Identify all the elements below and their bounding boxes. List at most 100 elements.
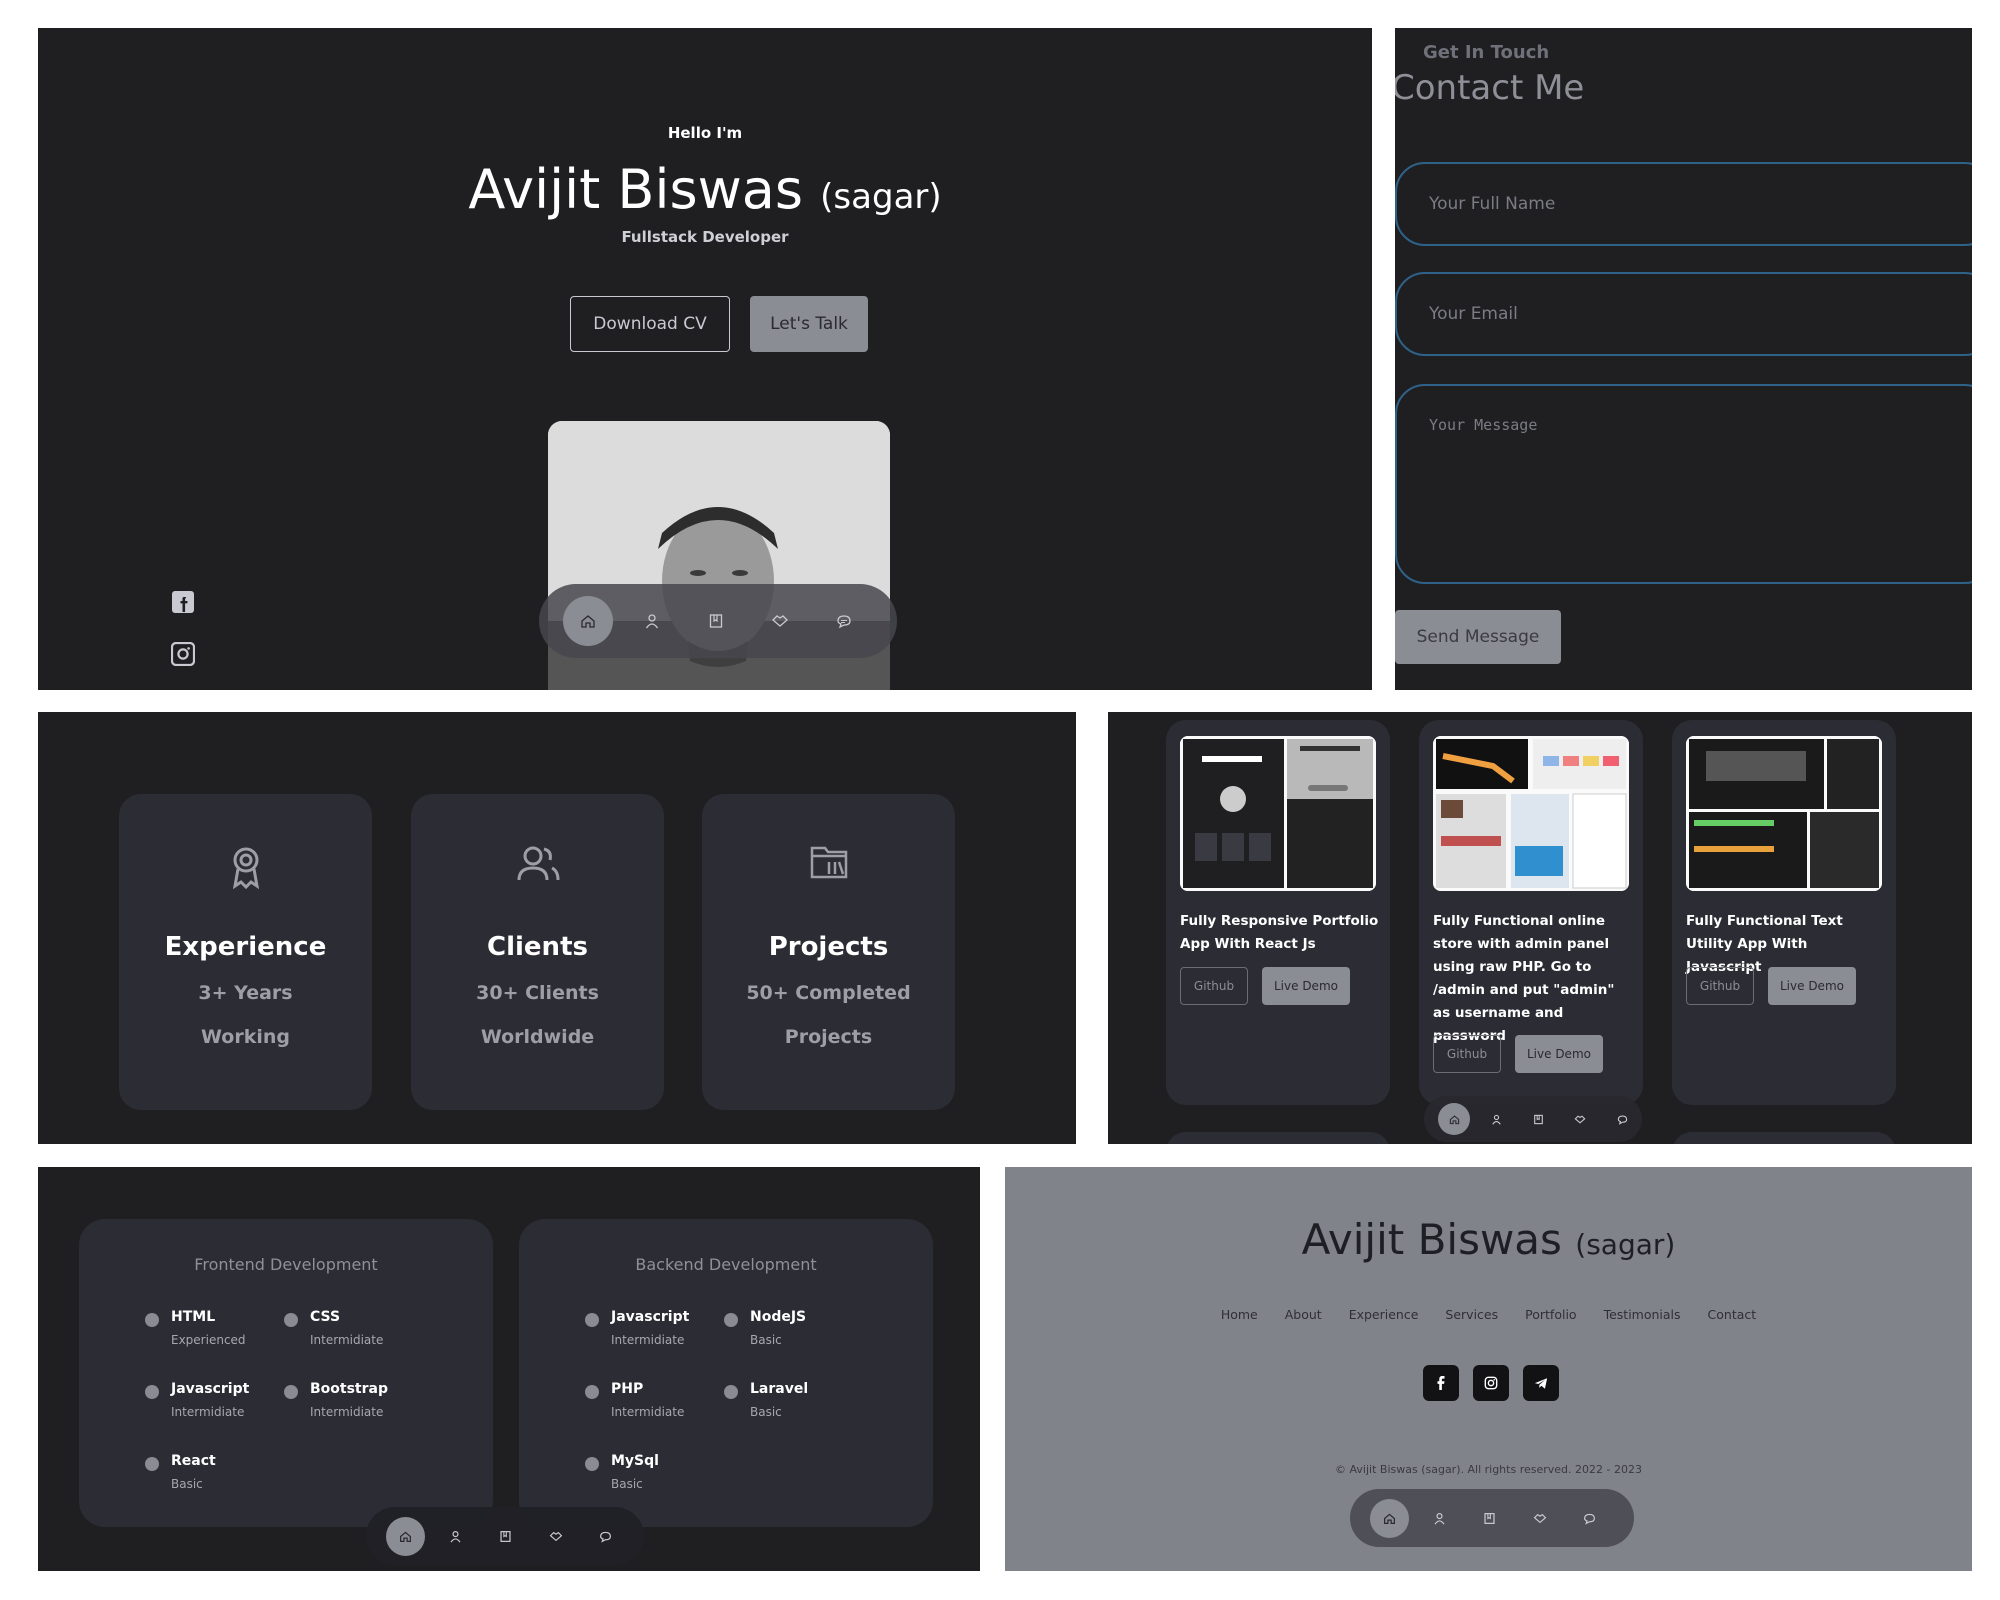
stat-card-projects: Projects 50+ Completed Projects xyxy=(702,794,955,1110)
footer-link-experience[interactable]: Experience xyxy=(1349,1307,1419,1322)
floating-nav xyxy=(1350,1489,1634,1547)
portfolio-card-partial xyxy=(1166,1132,1390,1144)
footer-link-testimonials[interactable]: Testimonials xyxy=(1604,1307,1681,1322)
message-icon xyxy=(1617,1115,1627,1125)
download-cv-button[interactable]: Download CV xyxy=(570,296,730,352)
nav-services[interactable] xyxy=(1564,1103,1596,1135)
user-icon xyxy=(1434,1512,1445,1525)
message-icon xyxy=(837,615,851,629)
nav-services[interactable] xyxy=(755,596,805,646)
nav-home[interactable] xyxy=(1370,1498,1409,1538)
stat-value: 30+ Clients xyxy=(476,982,599,1004)
facebook-icon[interactable] xyxy=(171,590,195,614)
email-input[interactable]: Your Email xyxy=(1395,272,1972,356)
portfolio-title: Fully Functional online store with admin… xyxy=(1433,913,1615,1044)
footer-telegram-button[interactable] xyxy=(1523,1365,1559,1401)
github-button[interactable]: Github xyxy=(1433,1035,1501,1073)
check-icon xyxy=(145,1313,159,1327)
instagram-icon[interactable] xyxy=(170,641,196,667)
full-name-input[interactable]: Your Full Name xyxy=(1395,162,1972,246)
home-icon xyxy=(1384,1513,1395,1524)
nav-experience[interactable] xyxy=(1522,1103,1554,1135)
footer-link-contact[interactable]: Contact xyxy=(1708,1307,1757,1322)
portfolio-card-partial xyxy=(1672,1132,1896,1144)
footer-copyright: © Avijit Biswas (sagar). All rights rese… xyxy=(1335,1463,1642,1476)
book-icon xyxy=(1533,1114,1543,1124)
check-icon xyxy=(585,1385,599,1399)
check-icon xyxy=(145,1385,159,1399)
live-demo-button[interactable]: Live Demo xyxy=(1262,967,1350,1005)
live-demo-button[interactable]: Live Demo xyxy=(1515,1035,1603,1073)
portfolio-thumbnail xyxy=(1433,736,1629,891)
hero-panel: Hello I'm Avijit Biswas (sagar) Fullstac… xyxy=(38,28,1372,690)
skill-level: Basic xyxy=(171,1477,203,1491)
full-name-placeholder: Your Full Name xyxy=(1429,194,1556,214)
contact-subtitle: Get In Touch xyxy=(1423,42,1550,63)
nav-experience[interactable] xyxy=(1470,1499,1509,1538)
nav-about[interactable] xyxy=(1480,1103,1512,1135)
nav-home[interactable] xyxy=(563,596,613,646)
stat-title: Projects xyxy=(768,932,889,962)
portfolio-card: Fully Functional Text Utility App With J… xyxy=(1672,720,1896,1105)
nav-about[interactable] xyxy=(627,596,677,646)
check-icon xyxy=(284,1385,298,1399)
backend-skills-card: Backend Development Javascript Intermidi… xyxy=(519,1219,933,1527)
footer-link-services[interactable]: Services xyxy=(1445,1307,1498,1322)
footer-link-portfolio[interactable]: Portfolio xyxy=(1525,1307,1576,1322)
book-icon xyxy=(1484,1512,1495,1524)
nav-contact[interactable] xyxy=(819,596,869,646)
nav-contact[interactable] xyxy=(1606,1103,1638,1135)
github-button[interactable]: Github xyxy=(1180,967,1248,1005)
skill-name: Javascript xyxy=(171,1381,250,1397)
hero-name: Avijit Biswas (sagar) xyxy=(38,158,1372,221)
home-icon xyxy=(581,615,595,628)
skill-name: Bootstrap xyxy=(310,1381,388,1397)
check-icon xyxy=(145,1457,159,1471)
skill-level: Basic xyxy=(750,1405,782,1419)
nav-home[interactable] xyxy=(386,1516,425,1556)
nav-home[interactable] xyxy=(1438,1103,1470,1135)
hero-hello: Hello I'm xyxy=(667,124,743,142)
lets-talk-button[interactable]: Let's Talk xyxy=(750,296,868,352)
skill-level: Intermidiate xyxy=(310,1405,384,1419)
skill-level: Experienced xyxy=(171,1333,246,1347)
skills-card-title: Backend Development xyxy=(635,1255,817,1274)
skill-name: Laravel xyxy=(750,1381,809,1397)
nav-about[interactable] xyxy=(436,1517,475,1556)
floating-nav xyxy=(1424,1096,1642,1142)
stat-value: 3+ Years xyxy=(198,982,293,1004)
message-textarea[interactable]: Your Message xyxy=(1395,384,1972,584)
nav-experience[interactable] xyxy=(486,1517,525,1556)
github-button[interactable]: Github xyxy=(1686,967,1754,1005)
footer-link-home[interactable]: Home xyxy=(1221,1307,1258,1322)
portfolio-card: Fully Responsive Portfolio App With Reac… xyxy=(1166,720,1390,1105)
footer-link-about[interactable]: About xyxy=(1285,1307,1322,1322)
live-demo-button[interactable]: Live Demo xyxy=(1768,967,1856,1005)
nav-experience[interactable] xyxy=(691,596,741,646)
hero-nickname: (sagar) xyxy=(820,177,942,217)
telegram-icon xyxy=(1534,1377,1548,1389)
send-message-button[interactable]: Send Message xyxy=(1395,610,1561,664)
portfolio-thumbnail xyxy=(1180,736,1376,891)
award-icon xyxy=(232,847,259,890)
nav-contact[interactable] xyxy=(586,1517,625,1556)
nav-contact[interactable] xyxy=(1570,1499,1609,1538)
footer-name: Avijit Biswas (sagar) xyxy=(1005,1215,1972,1264)
nav-services[interactable] xyxy=(536,1517,575,1556)
footer-nickname: (sagar) xyxy=(1575,1228,1676,1261)
skill-level: Basic xyxy=(611,1477,643,1491)
hero-name-text: Avijit Biswas xyxy=(468,158,803,221)
check-icon xyxy=(724,1385,738,1399)
frontend-skills-card: Frontend Development HTML Experienced CS… xyxy=(79,1219,493,1527)
services-icon xyxy=(1533,1513,1546,1523)
nav-about[interactable] xyxy=(1420,1499,1459,1538)
user-icon xyxy=(450,1530,461,1543)
message-placeholder: Your Message xyxy=(1429,416,1538,434)
message-icon xyxy=(1584,1513,1595,1525)
floating-nav xyxy=(539,584,897,658)
nav-services[interactable] xyxy=(1520,1499,1559,1538)
footer-facebook-button[interactable] xyxy=(1423,1365,1459,1401)
message-icon xyxy=(600,1531,611,1543)
check-icon xyxy=(724,1313,738,1327)
footer-instagram-button[interactable] xyxy=(1473,1365,1509,1401)
